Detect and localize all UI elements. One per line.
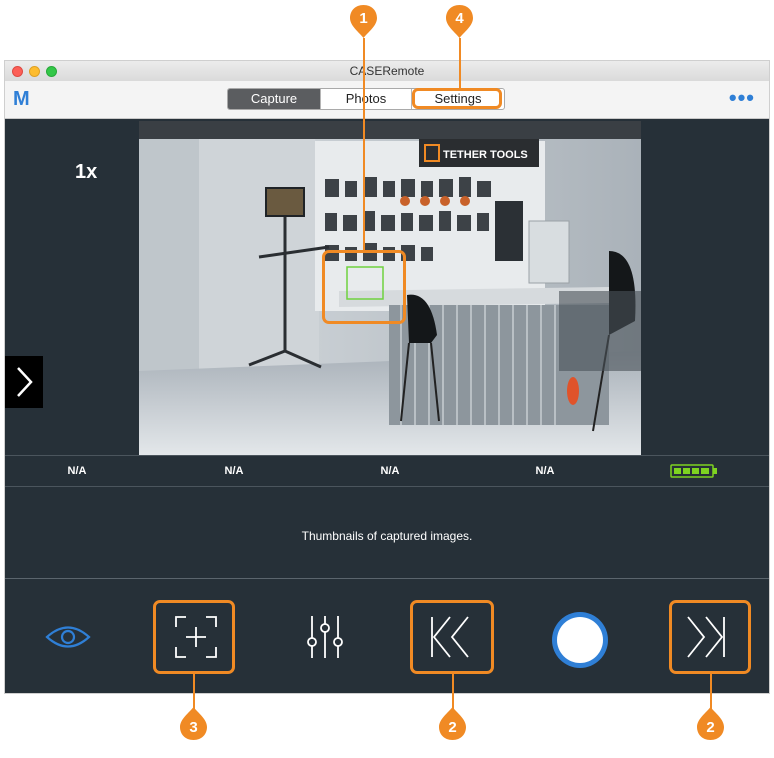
zoom-level[interactable]: 1x <box>75 161 97 184</box>
callout-box-next <box>669 600 751 674</box>
callout-number: 2 <box>706 719 715 736</box>
tab-photos[interactable]: Photos <box>320 89 412 109</box>
callout-box-previous <box>410 600 494 674</box>
callout-number: 4 <box>455 10 464 27</box>
chevron-right-icon <box>17 367 33 397</box>
callout-badge-2b: 2 <box>696 706 725 741</box>
stat-shutter[interactable]: N/A <box>37 465 117 477</box>
window-title: CASERemote <box>349 64 425 78</box>
callout-line-1 <box>363 38 365 252</box>
stat-iso[interactable]: N/A <box>350 465 430 477</box>
callout-badge-2a: 2 <box>438 706 467 741</box>
sliders-icon <box>307 616 343 658</box>
callout-number: 3 <box>189 719 198 736</box>
callout-box-settings <box>412 88 502 109</box>
live-view-button[interactable] <box>43 620 93 654</box>
battery-icon <box>670 464 717 478</box>
callout-number: 2 <box>448 719 457 736</box>
store-sign: TETHER TOOLS <box>443 149 528 161</box>
callout-line-2a <box>452 672 454 710</box>
title-bar: CASERemote <box>5 61 769 81</box>
callout-badge-4: 4 <box>445 4 474 39</box>
thumbnail-strip[interactable]: Thumbnails of captured images. <box>5 487 769 579</box>
camera-settings-button[interactable] <box>303 610 347 664</box>
callout-line-4 <box>459 38 461 90</box>
callout-badge-1: 1 <box>349 4 378 39</box>
callout-line-2b <box>710 672 712 710</box>
exposure-stats-bar: N/A N/A N/A N/A <box>5 455 769 487</box>
callout-line-3 <box>193 672 195 710</box>
eye-icon <box>45 626 91 648</box>
toolbar: M Capture Photos Settings ••• <box>5 81 769 119</box>
thumbnail-placeholder-text: Thumbnails of captured images. <box>301 529 473 543</box>
callout-box-focus-mode <box>153 600 235 674</box>
tab-capture[interactable]: Capture <box>228 89 320 109</box>
expand-panel-button[interactable] <box>5 356 43 408</box>
callout-badge-3: 3 <box>179 706 208 741</box>
shutter-button[interactable] <box>550 610 610 670</box>
stat-aperture[interactable]: N/A <box>194 465 274 477</box>
callout-number: 1 <box>359 10 368 27</box>
shutter-icon <box>552 612 608 668</box>
app-window: CASERemote M Capture Photos Settings •••… <box>4 60 770 694</box>
screenshot-stage: CASERemote M Capture Photos Settings •••… <box>0 0 774 758</box>
capture-controls <box>5 580 769 694</box>
callout-box-focus-point <box>322 250 406 324</box>
stat-exposure[interactable]: N/A <box>505 465 585 477</box>
more-options-icon[interactable]: ••• <box>729 85 755 111</box>
mode-logo[interactable]: M <box>13 88 30 111</box>
